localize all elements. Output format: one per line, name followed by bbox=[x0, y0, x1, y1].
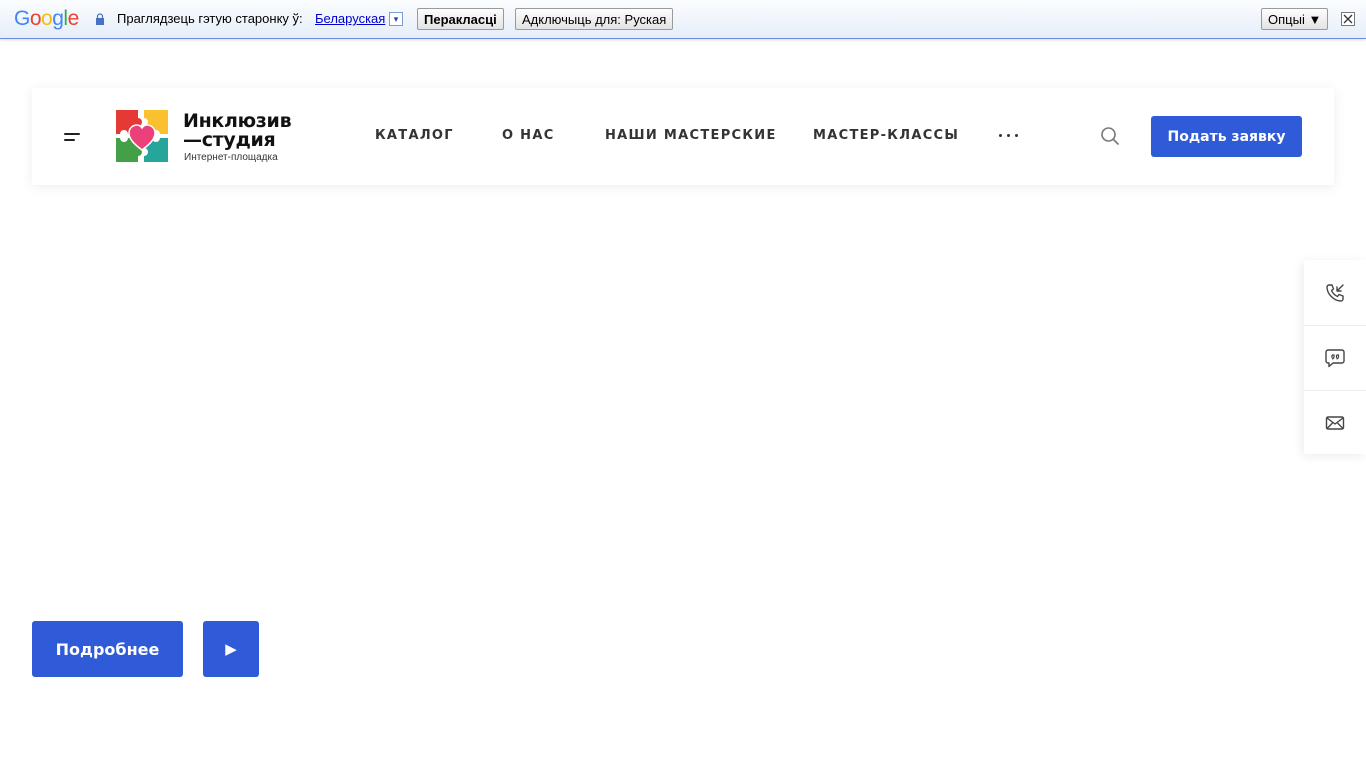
close-icon[interactable] bbox=[1341, 12, 1355, 26]
more-button[interactable]: Подробнее bbox=[32, 621, 183, 677]
language-dropdown-icon[interactable]: ▾ bbox=[389, 12, 403, 26]
puzzle-logo-icon bbox=[116, 110, 168, 162]
callback-button[interactable] bbox=[1304, 260, 1366, 325]
phone-callback-icon bbox=[1326, 283, 1344, 302]
logo-title: Инклюзив —студия bbox=[183, 110, 292, 151]
translate-button[interactable]: Перакласці bbox=[417, 8, 504, 30]
apply-button[interactable]: Подать заявку bbox=[1151, 116, 1302, 157]
lock-icon bbox=[96, 13, 104, 25]
google-logo: Google bbox=[14, 7, 79, 30]
play-button[interactable]: ▶ bbox=[203, 621, 259, 677]
contact-side-panel bbox=[1304, 260, 1366, 454]
search-icon[interactable] bbox=[1100, 126, 1120, 146]
menu-icon[interactable] bbox=[64, 133, 82, 142]
google-translate-bar: Google Праглядзець гэтую старонку ў: Бел… bbox=[0, 0, 1366, 39]
language-link[interactable]: Беларуская bbox=[315, 11, 385, 26]
nav-item-about[interactable]: О НАС bbox=[502, 128, 555, 143]
nav-item-master-classes[interactable]: МАСТЕР-КЛАССЫ bbox=[813, 128, 959, 143]
logo-subtitle: Интернет-площадка bbox=[184, 152, 278, 163]
site-logo[interactable]: Инклюзив —студия Интернет-площадка bbox=[112, 106, 297, 166]
ellipsis-icon[interactable] bbox=[999, 134, 1019, 138]
translate-prompt: Праглядзець гэтую старонку ў: bbox=[117, 11, 303, 26]
chat-quote-icon bbox=[1325, 349, 1345, 368]
chat-button[interactable] bbox=[1304, 325, 1366, 390]
mail-icon bbox=[1325, 416, 1345, 430]
mail-button[interactable] bbox=[1304, 390, 1366, 455]
options-button[interactable]: Опцыі ▼ bbox=[1261, 8, 1329, 30]
disable-translate-button[interactable]: Адключыць для: Руская bbox=[515, 8, 674, 30]
nav-item-workshops[interactable]: НАШИ МАСТЕРСКИЕ bbox=[605, 128, 777, 143]
site-header: Инклюзив —студия Интернет-площадка КАТАЛ… bbox=[32, 88, 1334, 185]
nav-item-catalog[interactable]: КАТАЛОГ bbox=[375, 128, 454, 143]
